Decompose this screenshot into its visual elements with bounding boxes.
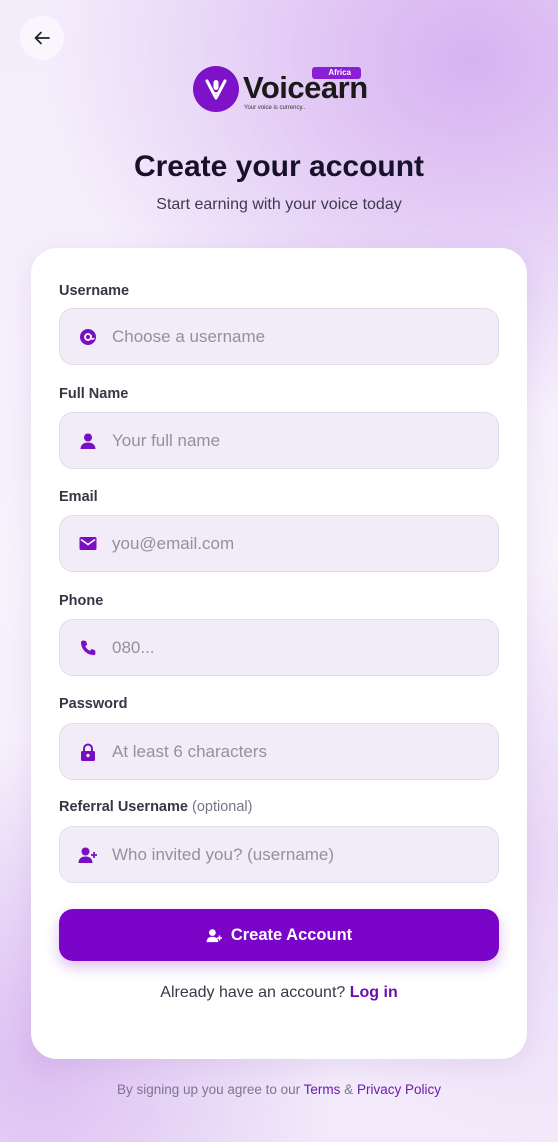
referral-optional-hint: (optional) xyxy=(192,799,253,815)
password-input[interactable] xyxy=(112,741,492,762)
brand-badge: Africa xyxy=(312,67,361,79)
back-button[interactable] xyxy=(20,16,64,60)
logo-mark xyxy=(193,66,239,112)
page-subtitle: Start earning with your voice today xyxy=(156,196,402,213)
email-field[interactable] xyxy=(59,515,499,572)
brand-tagline: Your voice is currency.. xyxy=(244,105,306,111)
phone-input[interactable] xyxy=(112,637,492,658)
at-sign-icon xyxy=(78,327,98,347)
phone-icon xyxy=(78,638,98,658)
full-name-label: Full Name xyxy=(59,386,129,402)
referral-input[interactable] xyxy=(112,844,492,865)
mail-icon xyxy=(78,534,98,554)
login-link[interactable]: Log in xyxy=(350,984,398,1001)
create-account-label: Create Account xyxy=(230,925,353,944)
signup-card: Username Full Name Email Phone Password xyxy=(31,248,527,1059)
terms-link[interactable]: Terms xyxy=(304,1082,341,1097)
referral-field[interactable] xyxy=(59,826,499,883)
full-name-field[interactable] xyxy=(59,412,499,469)
password-field[interactable] xyxy=(59,723,499,780)
create-account-button[interactable]: Create Account xyxy=(59,909,499,961)
email-label: Email xyxy=(59,489,98,505)
privacy-policy-link[interactable]: Privacy Policy xyxy=(357,1082,441,1097)
phone-field[interactable] xyxy=(59,619,499,676)
brand-logo: Voicearn Africa Your voice is currency.. xyxy=(193,64,368,116)
terms-footer: By signing up you agree to our Terms & P… xyxy=(0,1082,558,1097)
login-prompt-text: Already have an account? xyxy=(160,984,346,1001)
page-title: Create your account xyxy=(133,150,425,183)
username-field[interactable] xyxy=(59,308,499,365)
login-prompt: Already have an account? Log in xyxy=(31,984,527,1002)
arrow-left-icon xyxy=(34,31,50,45)
person-add-icon xyxy=(78,845,98,865)
full-name-input[interactable] xyxy=(112,430,492,451)
microphone-v-icon xyxy=(205,79,227,100)
lock-icon xyxy=(78,742,98,762)
phone-label: Phone xyxy=(59,593,104,609)
person-icon xyxy=(78,431,98,451)
referral-label-text: Referral Username xyxy=(59,799,188,815)
person-add-icon xyxy=(206,928,223,943)
username-input[interactable] xyxy=(112,326,492,347)
referral-label: Referral Username (optional) xyxy=(59,799,252,815)
terms-prefix: By signing up you agree to our xyxy=(117,1082,301,1097)
terms-ampersand: & xyxy=(344,1082,354,1097)
password-label: Password xyxy=(59,696,128,712)
username-label: Username xyxy=(59,283,130,299)
email-input[interactable] xyxy=(112,533,492,554)
